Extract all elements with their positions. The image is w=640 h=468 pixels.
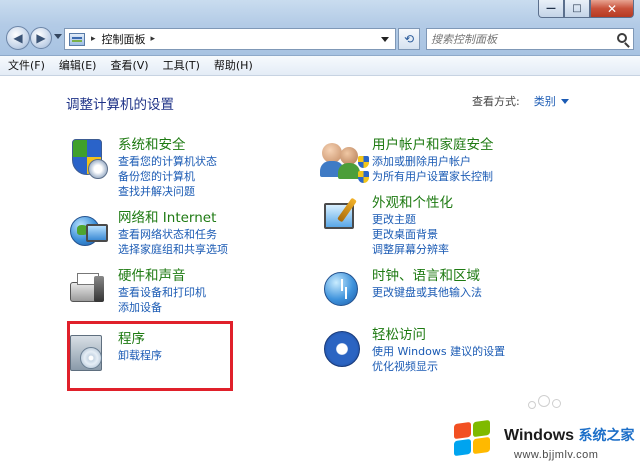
ease-of-access-icon[interactable] — [320, 327, 364, 371]
link-adjust-resolution[interactable]: 调整屏幕分辨率 — [372, 242, 453, 257]
close-button[interactable]: ✕ — [590, 0, 634, 18]
category-clock-language: 时钟、语言和区域 更改键盘或其他输入法 — [320, 268, 482, 312]
watermark-bubbles-icon — [528, 393, 568, 413]
watermark-title: Windows 系统之家 — [504, 427, 635, 444]
window-controls: — □ ✕ — [538, 0, 634, 18]
menu-tools[interactable]: 工具(T) — [157, 57, 206, 75]
link-change-input-method[interactable]: 更改键盘或其他输入法 — [372, 285, 482, 300]
link-parental-controls[interactable]: 为所有用户设置家长控制 — [358, 169, 494, 184]
printer-icon[interactable] — [66, 268, 110, 312]
link-backup-computer[interactable]: 备份您的计算机 — [118, 169, 217, 184]
watermark-url: www.bjjmlv.com — [514, 449, 599, 461]
link-find-fix-problems[interactable]: 查找并解决问题 — [118, 184, 217, 199]
link-change-desktop-background[interactable]: 更改桌面背景 — [372, 227, 453, 242]
address-bar[interactable]: ▸ 控制面板 ▸ — [64, 28, 396, 50]
category-system-security: 系统和安全 查看您的计算机状态 备份您的计算机 查找并解决问题 — [66, 137, 217, 199]
chevron-down-icon[interactable] — [560, 98, 569, 104]
menu-help[interactable]: 帮助(H) — [208, 57, 259, 75]
search-box[interactable] — [426, 28, 634, 50]
category-ease-of-access: 轻松访问 使用 Windows 建议的设置 优化视频显示 — [320, 327, 505, 374]
category-appearance: 外观和个性化 更改主题 更改桌面背景 调整屏幕分辨率 — [320, 195, 453, 257]
category-title-network-internet[interactable]: 网络和 Internet — [118, 210, 228, 227]
shield-icon[interactable] — [66, 137, 110, 181]
minimize-button[interactable]: — — [538, 0, 564, 18]
appearance-icon[interactable] — [320, 195, 364, 239]
control-panel-content: 调整计算机的设置 查看方式: 类别 系统和安全 查看您的计算机状态 备份您的计算… — [0, 77, 640, 468]
maximize-button[interactable]: □ — [564, 0, 590, 18]
clock-globe-icon[interactable] — [320, 268, 364, 312]
breadcrumb-separator[interactable]: ▸ — [91, 34, 96, 44]
navigation-bar: ◀ ▶ ▸ 控制面板 ▸ ⟲ — [0, 24, 640, 52]
maximize-icon: □ — [572, 3, 582, 14]
search-icon[interactable] — [617, 33, 627, 43]
category-title-ease-of-access[interactable]: 轻松访问 — [372, 327, 505, 344]
uac-shield-icon — [358, 156, 369, 168]
forward-button[interactable]: ▶ — [30, 27, 52, 49]
uac-shield-icon — [358, 171, 369, 183]
back-button[interactable]: ◀ — [6, 26, 30, 50]
recent-pages-dropdown[interactable] — [54, 34, 62, 39]
address-dropdown-icon[interactable] — [381, 37, 389, 42]
view-by-label: 查看方式: — [472, 95, 520, 108]
view-by-dropdown[interactable]: 类别 — [534, 93, 556, 109]
page-title: 调整计算机的设置 — [66, 97, 174, 113]
link-change-theme[interactable]: 更改主题 — [372, 212, 453, 227]
link-add-device[interactable]: 添加设备 — [118, 300, 206, 315]
refresh-icon: ⟲ — [403, 32, 415, 46]
network-globe-icon[interactable] — [66, 210, 110, 254]
category-title-hardware-sound[interactable]: 硬件和声音 — [118, 268, 206, 285]
view-by: 查看方式: 类别 — [472, 93, 569, 109]
category-hardware-sound: 硬件和声音 查看设备和打印机 添加设备 — [66, 268, 206, 315]
minimize-icon: — — [546, 3, 556, 14]
control-panel-icon — [69, 32, 85, 46]
link-view-network-status[interactable]: 查看网络状态和任务 — [118, 227, 228, 242]
link-view-computer-status[interactable]: 查看您的计算机状态 — [118, 154, 217, 169]
arrow-left-icon: ◀ — [13, 31, 23, 45]
link-devices-printers[interactable]: 查看设备和打印机 — [118, 285, 206, 300]
menu-bar: 文件(F) 编辑(E) 查看(V) 工具(T) 帮助(H) — [0, 56, 640, 76]
watermark: Windows 系统之家 www.bjjmlv.com — [446, 417, 640, 468]
category-title-system-security[interactable]: 系统和安全 — [118, 137, 217, 154]
link-add-remove-accounts[interactable]: 添加或删除用户帐户 — [358, 154, 494, 169]
link-recommended-settings[interactable]: 使用 Windows 建议的设置 — [372, 344, 505, 359]
window-chrome: — □ ✕ ◀ ▶ ▸ 控制面板 ▸ ⟲ — [0, 0, 640, 56]
search-input[interactable] — [431, 32, 601, 46]
windows-logo-icon — [454, 419, 494, 459]
refresh-button[interactable]: ⟲ — [398, 28, 420, 50]
category-network-internet: 网络和 Internet 查看网络状态和任务 选择家庭组和共享选项 — [66, 210, 228, 257]
link-homegroup-sharing[interactable]: 选择家庭组和共享选项 — [118, 242, 228, 257]
link-optimize-display[interactable]: 优化视频显示 — [372, 359, 505, 374]
close-icon: ✕ — [606, 1, 618, 16]
menu-file[interactable]: 文件(F) — [2, 57, 51, 75]
arrow-right-icon: ▶ — [36, 31, 46, 45]
breadcrumb-control-panel[interactable]: 控制面板 — [102, 31, 146, 47]
menu-view[interactable]: 查看(V) — [104, 57, 154, 75]
highlight-box — [67, 321, 233, 391]
category-title-user-accounts[interactable]: 用户帐户和家庭安全 — [372, 137, 494, 154]
category-title-clock-language[interactable]: 时钟、语言和区域 — [372, 268, 482, 285]
breadcrumb-separator-2[interactable]: ▸ — [151, 34, 156, 44]
menu-edit[interactable]: 编辑(E) — [53, 57, 103, 75]
category-title-appearance[interactable]: 外观和个性化 — [372, 195, 453, 212]
category-user-accounts: 用户帐户和家庭安全 添加或删除用户帐户 为所有用户设置家长控制 — [320, 137, 494, 184]
